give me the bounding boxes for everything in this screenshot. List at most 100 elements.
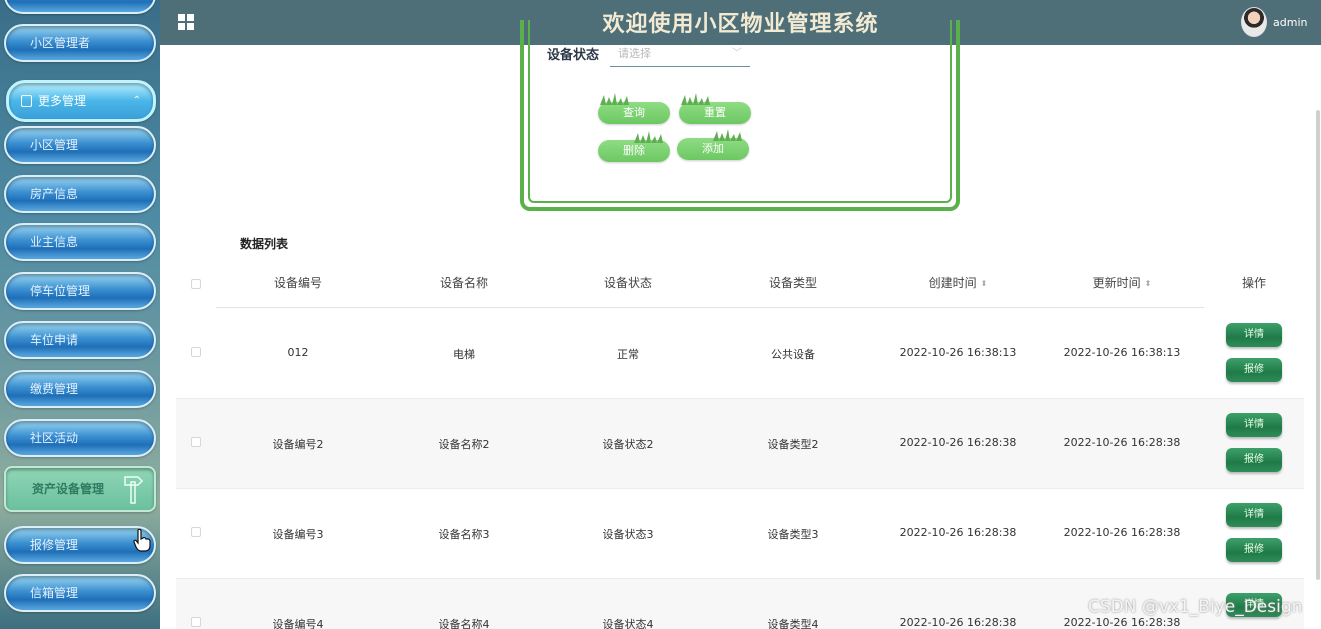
add-button[interactable]: 添加	[677, 129, 749, 160]
cell-type: 公共设备	[771, 348, 815, 361]
sidebar-item-label: 小区管理	[30, 138, 79, 152]
grass-icon	[600, 93, 629, 105]
sidebar-item-label: 小区管理者	[30, 36, 91, 50]
watermark: CSDN @vx1_Biye_Design	[1088, 597, 1303, 617]
grass-icon	[634, 131, 663, 143]
delete-button-label: 删除	[623, 144, 645, 157]
grass-icon	[681, 93, 710, 105]
detail-button[interactable]: 详情	[1226, 323, 1282, 347]
row-checkbox[interactable]	[191, 617, 201, 627]
cell-created: 2022-10-26 16:38:13	[899, 346, 1017, 359]
cell-name: 设备名称2	[438, 438, 490, 451]
column-header-status: 设备状态	[603, 276, 652, 290]
sidebar-item-activity[interactable]: 社区活动	[4, 419, 156, 457]
cell-status: 设备状态3	[602, 528, 654, 541]
sidebar-item-payment[interactable]: 缴费管理	[4, 370, 156, 408]
column-header-created[interactable]: 创建时间 ⬍	[878, 274, 1038, 291]
table-header: 设备编号 设备名称 设备状态 设备类型 创建时间 ⬍ 更新时间 ⬍ 操作	[176, 266, 1304, 308]
chevron-down-icon: ﹀	[732, 48, 742, 59]
sidebar: 小区管理者 更多管理 ⌃ 小区管理 房产信息 业主信息 停车位管理 车位申请 缴…	[0, 0, 160, 629]
sidebar-item-label: 资产设备管理	[32, 482, 105, 496]
signpost-icon	[124, 476, 144, 504]
search-panel: 设备状态 请选择 ﹀ 查询 重置 删除 添加	[520, 20, 960, 211]
cell-type: 设备类型2	[767, 438, 819, 451]
sidebar-item-community-manager[interactable]: 小区管理者	[4, 24, 156, 62]
chevron-up-icon: ⌃	[132, 95, 141, 106]
username[interactable]: admin	[1273, 16, 1307, 29]
column-header-code: 设备编号	[273, 276, 322, 290]
delete-button[interactable]: 删除	[598, 131, 670, 162]
sidebar-item-label: 缴费管理	[30, 382, 79, 396]
sidebar-item-owner[interactable]: 业主信息	[4, 223, 156, 261]
sidebar-item-more-management[interactable]: 更多管理 ⌃	[6, 80, 156, 122]
repair-button[interactable]: 报修	[1226, 448, 1282, 472]
cell-code: 012	[287, 346, 309, 359]
sort-icon[interactable]: ⬍	[981, 279, 988, 288]
cell-updated: 2022-10-26 16:28:38	[1063, 526, 1181, 539]
sort-icon[interactable]: ⬍	[1145, 279, 1152, 288]
cell-updated: 2022-10-26 16:38:13	[1063, 346, 1181, 359]
sidebar-item-label: 报修管理	[30, 538, 79, 552]
column-header-actions: 操作	[1241, 276, 1266, 290]
data-list-title: 数据列表	[240, 237, 289, 251]
row-checkbox[interactable]	[191, 437, 201, 447]
sidebar-item-label: 停车位管理	[30, 284, 91, 298]
table-row: 设备编号2 设备名称2 设备状态2 设备类型2 2022-10-26 16:28…	[176, 399, 1304, 489]
cell-created: 2022-10-26 16:28:38	[899, 436, 1017, 449]
sidebar-item-community[interactable]: 小区管理	[4, 126, 156, 164]
table-row: 012 电梯 正常 公共设备 2022-10-26 16:38:13 2022-…	[176, 309, 1304, 399]
add-button-label: 添加	[702, 142, 724, 155]
sidebar-item-label: 业主信息	[30, 235, 79, 249]
sidebar-item-label: 社区活动	[30, 431, 79, 445]
cell-name: 电梯	[453, 348, 475, 361]
page-scrollbar[interactable]	[1316, 110, 1320, 580]
cell-code: 设备编号4	[272, 618, 324, 629]
reset-button[interactable]: 重置	[679, 93, 751, 124]
cell-code: 设备编号2	[272, 438, 324, 451]
grass-icon	[713, 129, 742, 141]
detail-button[interactable]: 详情	[1226, 503, 1282, 527]
status-select-placeholder: 请选择	[618, 47, 651, 60]
cell-created: 2022-10-26 16:28:38	[899, 526, 1017, 539]
sidebar-item-mailbox[interactable]: 信箱管理	[4, 574, 156, 612]
sidebar-item-parking[interactable]: 停车位管理	[4, 272, 156, 310]
cell-updated: 2022-10-26 16:28:38	[1063, 616, 1181, 629]
query-button[interactable]: 查询	[598, 93, 670, 124]
avatar[interactable]	[1241, 7, 1267, 37]
sidebar-item-property[interactable]: 房产信息	[4, 175, 156, 213]
table-row: 设备编号3 设备名称3 设备状态3 设备类型3 2022-10-26 16:28…	[176, 489, 1304, 579]
cell-status: 正常	[617, 348, 639, 361]
column-header-name: 设备名称	[439, 276, 488, 290]
sidebar-item-label: 信箱管理	[30, 586, 79, 600]
row-checkbox[interactable]	[191, 527, 201, 537]
cell-status: 设备状态2	[602, 438, 654, 451]
sidebar-item-label: 房产信息	[30, 187, 79, 201]
cell-code: 设备编号3	[272, 528, 324, 541]
select-all-checkbox[interactable]	[191, 279, 201, 289]
row-checkbox[interactable]	[191, 347, 201, 357]
sidebar-item-parking-apply[interactable]: 车位申请	[4, 321, 156, 359]
cell-status: 设备状态4	[602, 618, 654, 629]
cell-type: 设备类型4	[767, 618, 819, 629]
status-label: 设备状态	[547, 48, 600, 63]
hand-cursor-icon	[133, 528, 151, 552]
cell-created: 2022-10-26 16:28:38	[899, 616, 1017, 629]
repair-button[interactable]: 报修	[1226, 538, 1282, 562]
column-header-type: 设备类型	[768, 276, 817, 290]
column-header-updated[interactable]: 更新时间 ⬍	[1042, 274, 1202, 291]
sidebar-item-label: 车位申请	[30, 333, 79, 347]
header-divider	[216, 307, 1204, 308]
copy-icon	[21, 95, 32, 107]
cell-name: 设备名称3	[438, 528, 490, 541]
cell-type: 设备类型3	[767, 528, 819, 541]
sidebar-item-label: 更多管理	[38, 94, 87, 108]
cell-updated: 2022-10-26 16:28:38	[1063, 436, 1181, 449]
status-select[interactable]: 请选择 ﹀	[610, 40, 750, 67]
detail-button[interactable]: 详情	[1226, 413, 1282, 437]
sidebar-item-asset-equipment[interactable]: 资产设备管理	[4, 466, 156, 512]
reset-button-label: 重置	[704, 106, 726, 119]
repair-button[interactable]: 报修	[1226, 358, 1282, 382]
sidebar-item-top[interactable]	[4, 0, 156, 14]
cell-name: 设备名称4	[438, 618, 490, 629]
query-button-label: 查询	[623, 106, 645, 119]
